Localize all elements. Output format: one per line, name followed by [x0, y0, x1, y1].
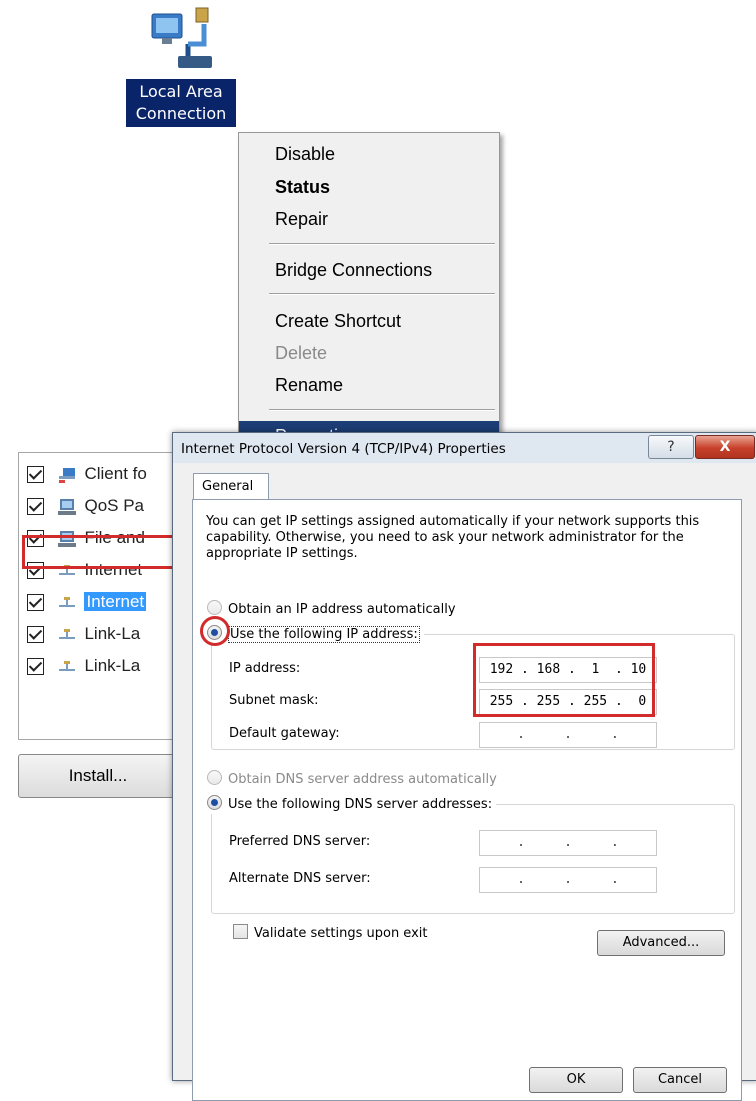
dns-server-group	[211, 804, 735, 914]
use-following-ip-label: Use the following IP address:	[228, 626, 420, 643]
client-network-icon	[58, 467, 75, 483]
list-item-label: Link-La	[84, 656, 141, 675]
description-text: You can get IP settings assigned automat…	[206, 514, 700, 561]
checkbox-checked-icon[interactable]	[27, 658, 44, 676]
annotation-circle	[200, 616, 230, 646]
list-item-label: QoS Pa	[84, 496, 145, 515]
preferred-dns-label: Preferred DNS server:	[229, 834, 371, 849]
subnet-mask-label: Subnet mask:	[229, 693, 319, 708]
radio-disabled-icon	[207, 770, 222, 785]
close-button[interactable]: X	[695, 435, 755, 459]
help-button[interactable]: ?	[648, 435, 694, 459]
list-item-label: Client fo	[84, 464, 147, 483]
network-connection-icon[interactable]	[148, 6, 214, 72]
menu-separator	[269, 409, 495, 411]
use-following-dns-option[interactable]: Use the following DNS server addresses:	[207, 795, 497, 814]
preferred-dns-field[interactable]: . . .	[479, 830, 657, 856]
use-following-ip-option[interactable]: Use the following IP address:	[207, 625, 424, 644]
radio-selected-icon[interactable]	[207, 795, 222, 810]
menu-item-rename[interactable]: Rename	[239, 370, 499, 400]
list-item[interactable]: Link-La	[27, 619, 140, 649]
menu-item-create-shortcut[interactable]: Create Shortcut	[239, 306, 499, 336]
dialog-title: Internet Protocol Version 4 (TCP/IPv4) P…	[181, 441, 506, 457]
context-menu: Disable Status Repair Bridge Connections…	[238, 132, 500, 456]
qos-computer-icon	[57, 498, 76, 515]
use-following-dns-label: Use the following DNS server addresses:	[228, 797, 493, 812]
cancel-button[interactable]: Cancel	[633, 1067, 727, 1093]
menu-separator	[269, 293, 495, 295]
obtain-dns-automatically-label: Obtain DNS server address automatically	[228, 772, 497, 787]
dialog-body: General You can get IP settings assigned…	[173, 463, 756, 1101]
annotation-highlight-box	[22, 535, 180, 569]
menu-item-status[interactable]: Status	[239, 172, 499, 202]
radio-unselected-icon[interactable]	[207, 600, 222, 615]
annotation-highlight-box	[473, 643, 655, 717]
connection-items-list: Client fo QoS Pa File and Internet Inter…	[18, 452, 185, 740]
icon-label-line2: Connection	[135, 104, 227, 123]
alternate-dns-field[interactable]: . . .	[479, 867, 657, 893]
menu-item-delete: Delete	[275, 343, 328, 363]
advanced-button[interactable]: Advanced...	[597, 930, 725, 956]
checkbox-unchecked-icon[interactable]	[233, 924, 248, 939]
general-tab-panel: You can get IP settings assigned automat…	[192, 499, 742, 1101]
obtain-ip-automatically-option[interactable]: Obtain an IP address automatically	[207, 600, 456, 619]
menu-item-disable[interactable]: Disable	[239, 139, 499, 169]
list-item[interactable]: Client fo	[27, 459, 147, 489]
default-gateway-field[interactable]: . . .	[479, 722, 657, 748]
protocol-icon	[58, 628, 75, 639]
checkbox-checked-icon[interactable]	[27, 626, 44, 644]
validate-settings-label: Validate settings upon exit	[254, 926, 428, 941]
menu-item-repair[interactable]: Repair	[239, 204, 499, 234]
list-item[interactable]: QoS Pa	[27, 491, 144, 521]
ok-button[interactable]: OK	[529, 1067, 623, 1093]
install-button[interactable]: Install...	[18, 754, 178, 798]
list-item-label: Internet	[84, 592, 147, 611]
alternate-dns-label: Alternate DNS server:	[229, 871, 371, 886]
list-item-label: Link-La	[84, 624, 141, 643]
menu-item-bridge-connections[interactable]: Bridge Connections	[239, 255, 499, 285]
default-gateway-label: Default gateway:	[229, 726, 340, 741]
validate-settings-option[interactable]: Validate settings upon exit	[233, 924, 427, 943]
obtain-ip-automatically-label: Obtain an IP address automatically	[228, 602, 456, 617]
desktop-icon-label[interactable]: Local Area Connection	[126, 79, 236, 127]
menu-separator	[269, 243, 495, 245]
protocol-icon	[58, 660, 75, 671]
ipv4-properties-dialog: Internet Protocol Version 4 (TCP/IPv4) P…	[172, 432, 756, 1101]
ip-address-label: IP address:	[229, 661, 301, 676]
checkbox-checked-icon[interactable]	[27, 466, 44, 484]
checkbox-checked-icon[interactable]	[27, 498, 44, 516]
tab-general[interactable]: General	[193, 473, 269, 499]
list-item[interactable]: Link-La	[27, 651, 140, 681]
checkbox-checked-icon[interactable]	[27, 594, 44, 612]
icon-label-line1: Local Area	[139, 82, 223, 101]
protocol-icon	[58, 596, 75, 607]
obtain-dns-automatically-option: Obtain DNS server address automatically	[207, 770, 497, 789]
list-item-selected[interactable]: Internet	[27, 587, 147, 617]
